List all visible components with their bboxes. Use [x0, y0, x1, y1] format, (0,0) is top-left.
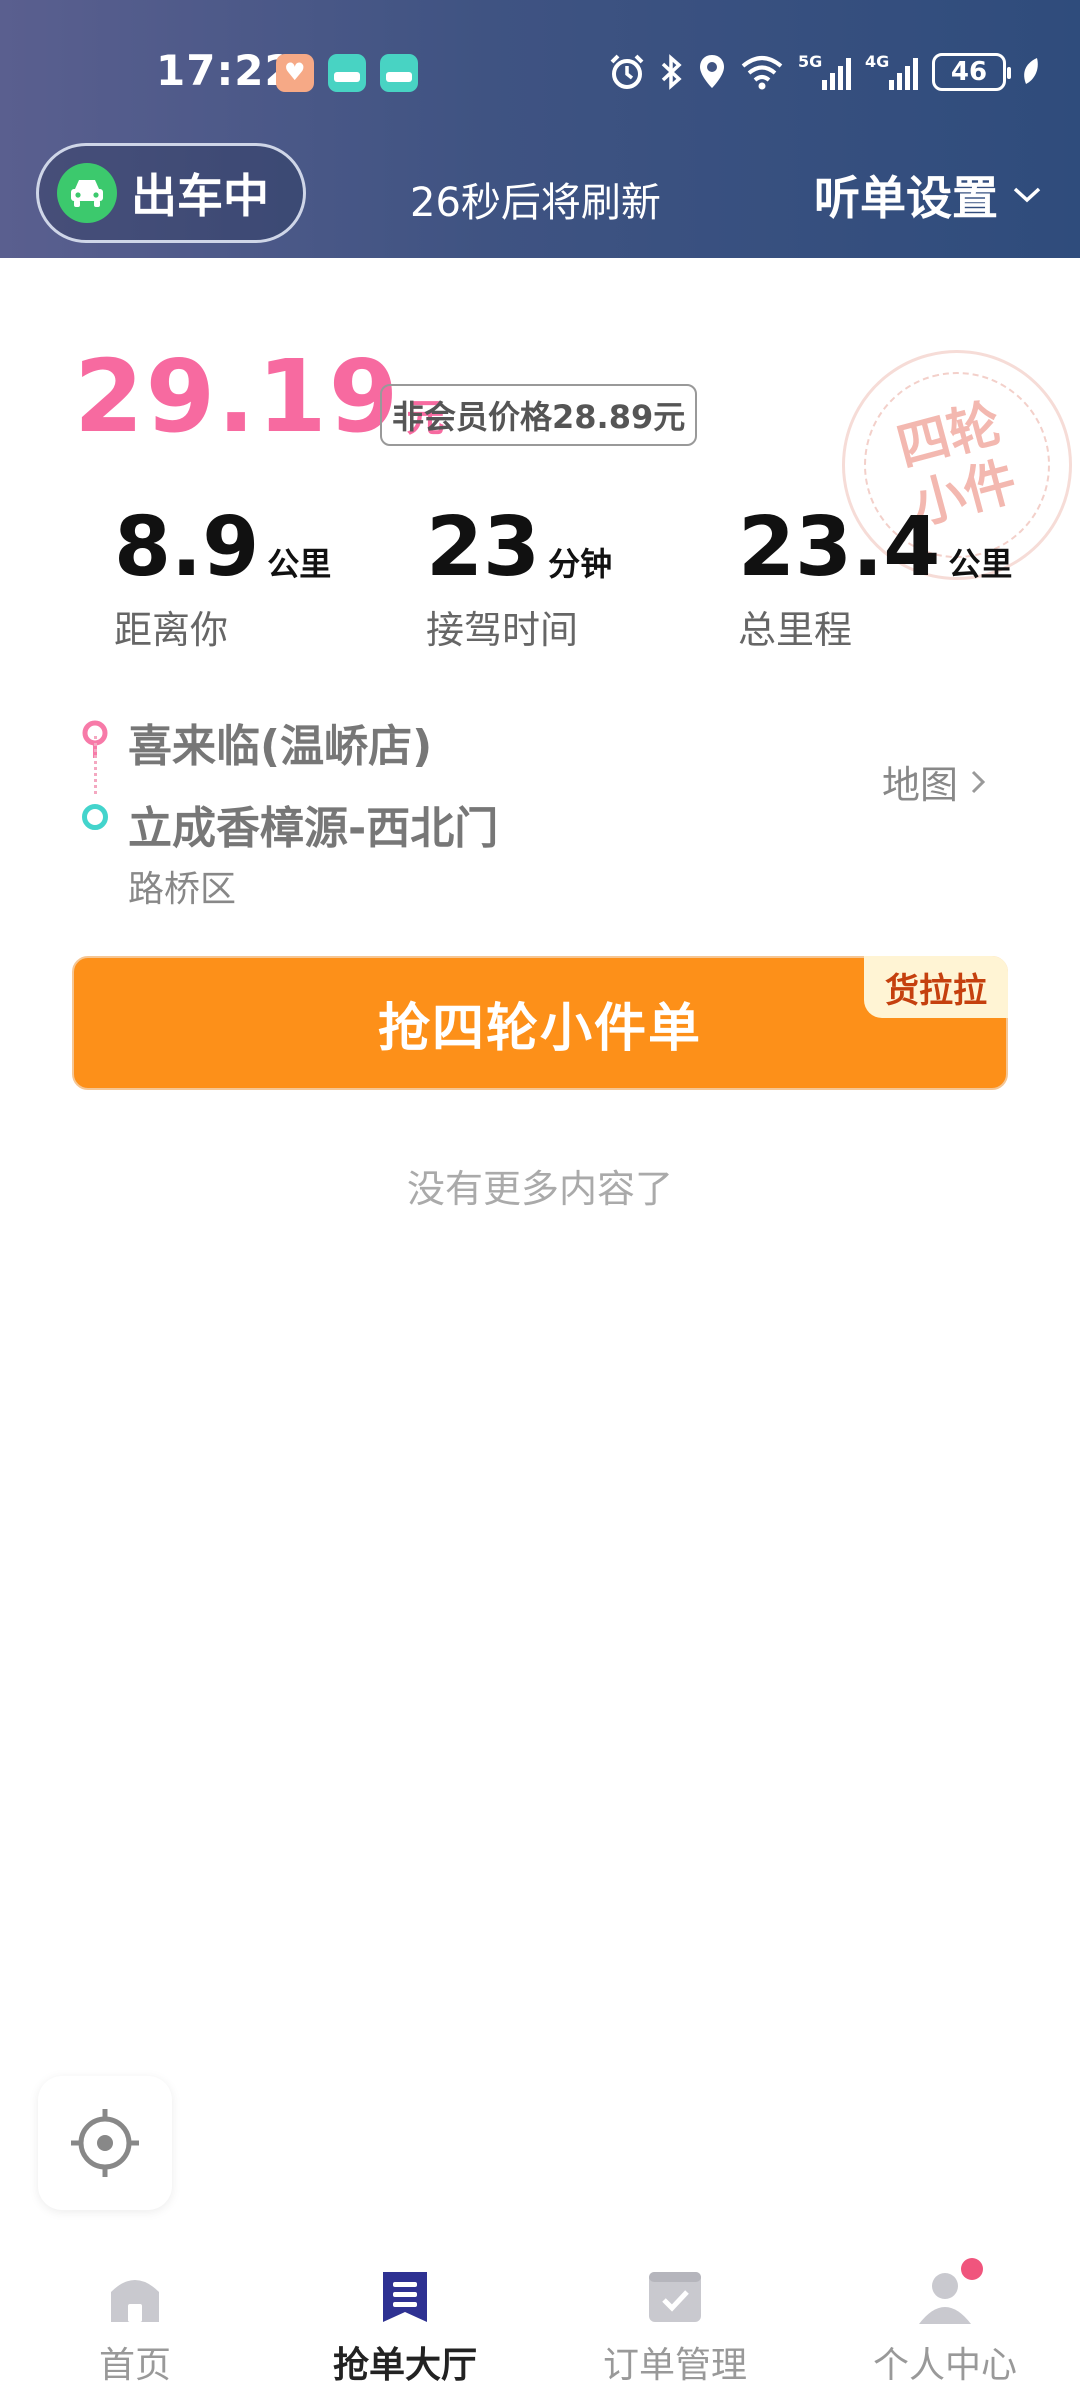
order-manage-icon	[645, 2266, 705, 2326]
battery-icon: 46	[932, 53, 1011, 91]
tab-home[interactable]: 首页	[0, 2266, 270, 2390]
tab-order-hall[interactable]: 抢单大厅	[270, 2266, 540, 2390]
status-time: 17:22	[156, 46, 295, 95]
brand-tag: 货拉拉	[864, 956, 1008, 1018]
pickup-time-stat: 23 分钟 接驾时间	[426, 500, 612, 654]
view-map-link[interactable]: 地图	[882, 754, 986, 809]
stat-unit: 分钟	[548, 545, 613, 583]
stat-label: 距离你	[114, 608, 229, 652]
order-hall-icon	[375, 2266, 435, 2326]
stat-label: 总里程	[738, 608, 853, 652]
signal-4g-label: 4G	[865, 52, 890, 71]
tab-label: 订单管理	[602, 2345, 747, 2386]
listen-settings-label: 听单设置	[814, 171, 998, 225]
stat-unit: 公里	[267, 545, 332, 583]
profile-icon	[915, 2258, 983, 2326]
total-mileage-stat: 23.4 公里 总里程	[738, 500, 1012, 654]
chevron-down-icon	[1013, 187, 1041, 203]
alarm-icon	[610, 54, 644, 89]
stat-value: 23.4	[738, 500, 941, 595]
wifi-icon	[741, 56, 783, 90]
stat-value: 8.9	[114, 500, 260, 595]
non-member-price-badge: 非会员价格28.89元	[380, 384, 698, 446]
driving-status-label: 出车中	[131, 169, 269, 223]
status-bar: 17:22 5G	[0, 0, 1080, 140]
stat-value: 23	[426, 500, 541, 595]
stat-unit: 公里	[948, 545, 1013, 583]
tab-order-management[interactable]: 订单管理	[540, 2266, 810, 2390]
home-icon	[105, 2266, 165, 2326]
xiaola-app-notification-icon	[328, 54, 366, 92]
grab-order-label: 抢四轮小件单	[377, 998, 702, 1059]
status-icons: 5G 4G 46	[608, 50, 1040, 94]
refresh-countdown: 26秒后将刷新	[410, 180, 661, 226]
tab-label: 个人中心	[872, 2345, 1017, 2386]
listen-settings-dropdown[interactable]: 听单设置	[814, 162, 1042, 228]
bluetooth-icon	[661, 54, 682, 90]
dropoff-pin-icon	[82, 804, 108, 830]
notification-dot	[961, 2258, 983, 2280]
location-icon	[700, 55, 724, 88]
stat-label: 接驾时间	[426, 608, 579, 652]
signal-5g-label: 5G	[798, 52, 823, 71]
crosshair-icon	[71, 2109, 139, 2177]
health-app-notification-icon	[276, 54, 314, 92]
signal-4g-icon: 4G	[865, 52, 918, 90]
order-price: 29.19	[74, 338, 401, 455]
distance-to-you-stat: 8.9 公里 距离你	[114, 500, 331, 654]
locate-button[interactable]	[38, 2076, 172, 2210]
pickup-address: 喜来临(温峤店)	[128, 721, 433, 772]
driving-status-toggle[interactable]: 出车中	[36, 143, 306, 243]
tab-label: 抢单大厅	[332, 2345, 477, 2386]
battery-level: 46	[950, 57, 988, 87]
power-saving-leaf-icon	[1024, 58, 1038, 84]
route-info: 喜来临(温峤店) 立成香樟源-西北门 路桥区 地图	[0, 700, 1080, 910]
grab-order-button[interactable]: 抢四轮小件单 货拉拉	[72, 956, 1008, 1090]
xiaola-app-notification-icon-2	[380, 54, 418, 92]
map-link-label: 地图	[882, 763, 959, 807]
signal-5g-icon: 5G	[798, 52, 851, 90]
tab-label: 首页	[98, 2345, 171, 2386]
car-icon	[57, 163, 117, 223]
tab-profile[interactable]: 个人中心	[810, 2258, 1080, 2390]
toolbar: 出车中 26秒后将刷新 听单设置	[0, 140, 1080, 258]
chevron-right-icon	[971, 770, 986, 793]
bottom-tab-bar: 首页 抢单大厅 订单管理 个人中心	[0, 2250, 1080, 2390]
dropoff-district: 路桥区	[128, 869, 237, 910]
dropoff-address: 立成香樟源-西北门	[128, 803, 499, 854]
no-more-content: 没有更多内容了	[406, 1167, 673, 1211]
header: 17:22 5G	[0, 0, 1080, 258]
route-connector	[94, 736, 97, 794]
